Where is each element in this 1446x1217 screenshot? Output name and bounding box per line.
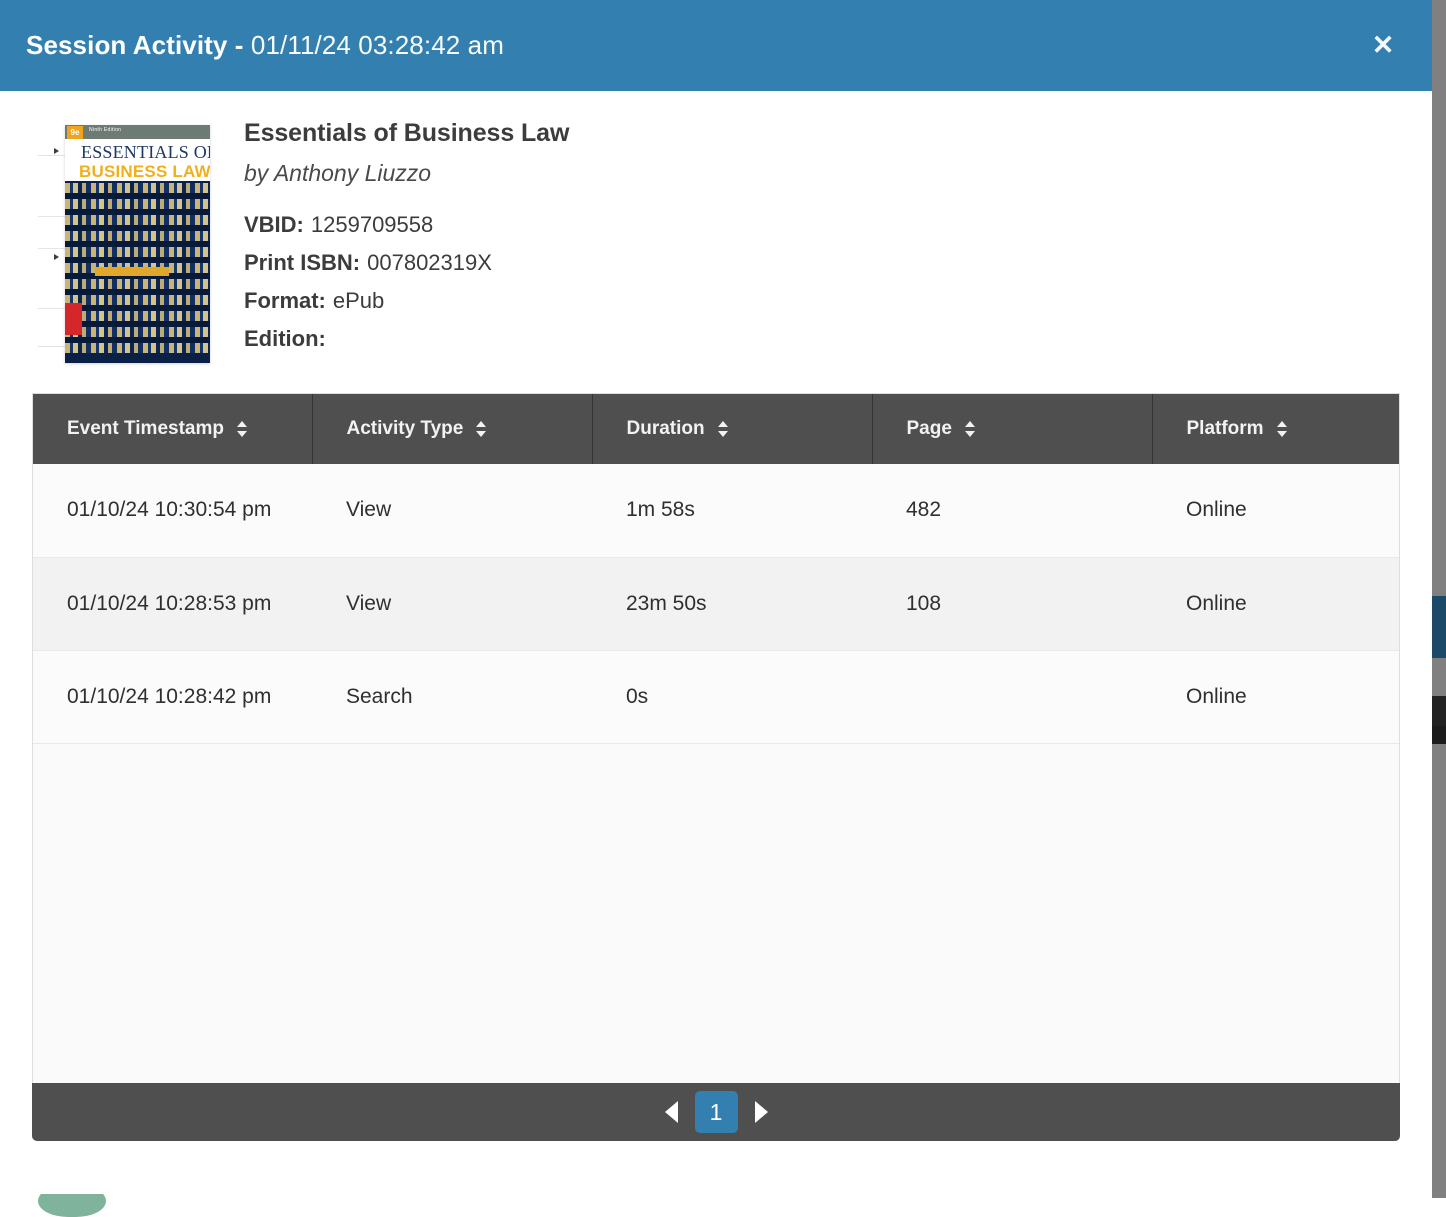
background-strip [1432,726,1446,744]
column-header-platform[interactable]: Platform [1152,394,1399,464]
book-cover-edition-text: Ninth Edition [89,127,122,133]
cell-page: 482 [872,464,1152,558]
cell-page [872,650,1152,744]
book-meta-print-isbn: Print ISBN: 007802319X [244,250,569,276]
book-meta-format: Format: ePub [244,288,569,314]
activity-table-body: 01/10/24 10:30:54 pm View 1m 58s 482 Onl… [33,464,1399,744]
book-cover-edition-badge: 9e [67,126,83,139]
activity-table-container: Event Timestamp Activity Type Duration P… [32,393,1400,1083]
sort-icon[interactable] [1276,421,1288,437]
table-row[interactable]: 01/10/24 10:30:54 pm View 1m 58s 482 Onl… [33,464,1399,558]
cell-platform: Online [1152,557,1399,651]
book-meta-value: 007802319X [367,250,492,275]
column-label: Page [906,418,952,439]
book-metadata: Essentials of Business Law by Anthony Li… [244,117,569,381]
sort-icon[interactable] [476,421,487,437]
book-meta-vbid: VBID: 1259709558 [244,212,569,238]
book-cover-author-band [95,267,169,276]
pagination-bar: 1 [32,1083,1400,1141]
session-activity-modal: Session Activity - 01/11/24 03:28:42 am … [0,0,1432,1194]
column-label: Activity Type [346,418,464,439]
book-meta-label: Format: [244,288,326,313]
background-strip [1432,658,1446,696]
sort-icon[interactable] [236,421,248,437]
cell-event-timestamp: 01/10/24 10:30:54 pm [33,464,312,558]
table-row[interactable]: 01/10/24 10:28:53 pm View 23m 50s 108 On… [33,557,1399,651]
book-cover-top-band [65,125,210,139]
cell-duration: 23m 50s [592,557,872,651]
cell-duration: 1m 58s [592,464,872,558]
cell-page: 108 [872,557,1152,651]
background-strip [1432,0,1446,596]
book-meta-label: Edition: [244,326,326,351]
background-strip [1432,596,1446,658]
sort-icon[interactable] [964,421,976,437]
page-title-timestamp: 01/11/24 03:28:42 am [250,30,504,60]
book-title: Essentials of Business Law [244,119,570,147]
next-page-icon[interactable] [754,1101,768,1123]
cell-activity-type: Search [312,650,592,744]
table-header-row: Event Timestamp Activity Type Duration P… [33,394,1399,464]
background-strip [1432,744,1446,1198]
cell-activity-type: View [312,464,592,558]
book-info-section: 9e Ninth Edition ESSENTIALS OF BUSINESS … [0,91,1432,381]
previous-page-icon[interactable] [664,1101,678,1123]
activity-table-header: Event Timestamp Activity Type Duration P… [33,394,1399,464]
cell-duration: 0s [592,650,872,744]
book-author: by Anthony Liuzzo [244,160,432,186]
cell-event-timestamp: 01/10/24 10:28:42 pm [33,650,312,744]
column-label: Event Timestamp [67,418,224,439]
book-meta-edition: Edition: [244,326,569,352]
book-cover-front: 9e Ninth Edition ESSENTIALS OF BUSINESS … [65,125,210,363]
table-row[interactable]: 01/10/24 10:28:42 pm Search 0s Online [33,650,1399,744]
page-title: Session Activity - 01/11/24 03:28:42 am [26,30,504,61]
book-cover-title-line1: ESSENTIALS OF [81,142,210,162]
page-title-strong: Session Activity - [26,30,251,60]
sort-icon[interactable] [717,421,729,437]
book-meta-label: VBID: [244,212,304,237]
book-meta-value: ePub [332,288,385,313]
publisher-logo [65,303,82,335]
column-label: Platform [1186,418,1264,439]
page-number-1[interactable]: 1 [694,1091,738,1133]
cell-platform: Online [1152,464,1399,558]
column-header-event-timestamp[interactable]: Event Timestamp [33,394,313,464]
book-meta-value: 1259709558 [310,212,434,237]
book-meta-label: Print ISBN: [244,250,361,275]
book-cover-photo [65,181,210,363]
book-cover-thumbnail: 9e Ninth Edition ESSENTIALS OF BUSINESS … [38,117,210,363]
background-strip [1432,696,1446,726]
column-header-page[interactable]: Page [872,394,1153,464]
column-header-activity-type[interactable]: Activity Type [312,394,593,464]
column-label: Duration [626,418,705,439]
activity-table: Event Timestamp Activity Type Duration P… [33,394,1399,744]
cell-activity-type: View [312,557,592,651]
cell-event-timestamp: 01/10/24 10:28:53 pm [33,557,312,651]
cell-platform: Online [1152,650,1399,744]
close-icon[interactable]: ✕ [1366,28,1400,62]
modal-header: Session Activity - 01/11/24 03:28:42 am … [0,0,1432,91]
book-cover-arrow-icon [54,148,59,154]
book-cover-arrow-icon [54,254,59,260]
book-cover-title-line2: BUSINESS LAW [79,162,210,181]
column-header-duration[interactable]: Duration [592,394,873,464]
